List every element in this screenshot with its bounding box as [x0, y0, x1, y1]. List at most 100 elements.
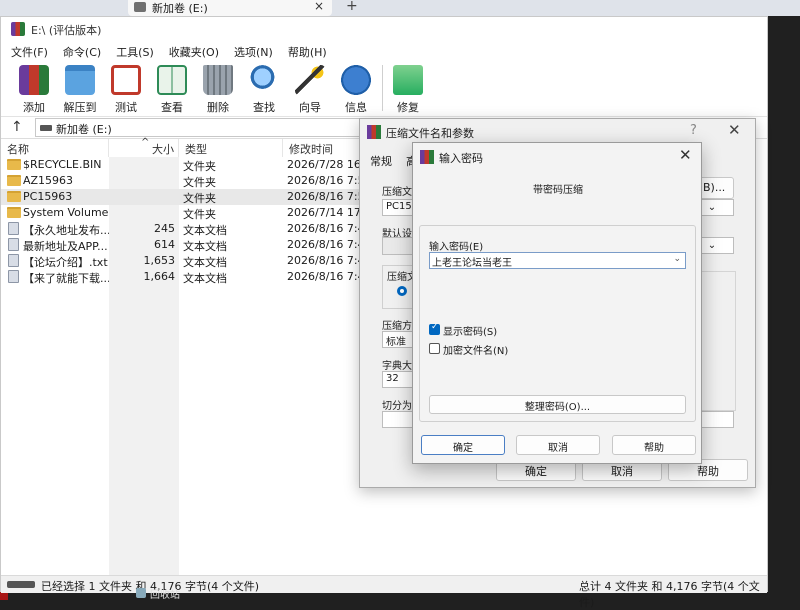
- format-rar-radio[interactable]: [397, 286, 407, 296]
- drive-icon: [134, 2, 146, 12]
- help-icon[interactable]: ?: [690, 123, 697, 138]
- repair-icon: [393, 65, 423, 95]
- toolbar-label: 删除: [207, 101, 229, 114]
- browser-tabstrip: [0, 0, 800, 16]
- browser-tab[interactable]: 新加卷 (E:) ×: [128, 0, 332, 16]
- file-type: 文件夹: [183, 208, 216, 221]
- file-size: 1,664: [143, 270, 176, 283]
- password-dialog: 输入密码 ✕ 带密码压缩 输入密码(E) 上老王论坛当老王 ⌄ 显示密码(S) …: [412, 142, 702, 464]
- find-magnifier-icon: [249, 65, 279, 95]
- column-header-type[interactable]: 类型: [179, 139, 283, 157]
- tab-general[interactable]: 常规: [370, 153, 392, 169]
- menu-file[interactable]: 文件(F): [1, 41, 53, 60]
- dialog-title: 压缩文件名和参数: [386, 127, 474, 140]
- recycle-bin-icon: [136, 588, 146, 598]
- file-size: [109, 157, 179, 173]
- file-size: 1,653: [143, 254, 176, 267]
- toolbar-label: 修复: [397, 101, 419, 114]
- toolbar-delete-button[interactable]: 删除: [195, 63, 241, 115]
- file-size: [109, 205, 179, 221]
- toolbar-label: 查看: [161, 101, 183, 114]
- status-bar: 已经选择 1 文件夹 和 4,176 字节(4 个文件) 总计 4 文件夹 和 …: [1, 575, 767, 609]
- text-file-icon: [8, 270, 19, 283]
- file-name: 【永久地址发布...: [1, 221, 109, 237]
- toolbar-label: 查找: [253, 101, 275, 114]
- toolbar-label: 解压到: [63, 101, 97, 114]
- cancel-button[interactable]: 取消: [516, 435, 600, 455]
- toolbar-separator: [382, 65, 383, 111]
- toolbar-add-button[interactable]: 添加: [11, 63, 57, 115]
- file-date: 2026/7/14 17:: [287, 206, 363, 219]
- ok-button[interactable]: 确定: [421, 435, 505, 455]
- toolbar-test-button[interactable]: 测试: [103, 63, 149, 115]
- close-icon[interactable]: ✕: [728, 121, 741, 139]
- column-header-name[interactable]: 名称: [1, 139, 109, 157]
- toolbar-info-button[interactable]: 信息: [333, 63, 379, 115]
- menu-help[interactable]: 帮助(H): [278, 41, 332, 60]
- extract-folder-icon: [65, 65, 95, 95]
- test-checklist-icon: [111, 65, 141, 95]
- window-title: E:\ (评估版本): [31, 24, 102, 37]
- file-name: $RECYCLE.BIN: [1, 157, 109, 173]
- toolbar-label: 信息: [345, 101, 367, 114]
- toolbar-extract-button[interactable]: 解压到: [57, 63, 103, 115]
- new-tab-button[interactable]: +: [346, 0, 358, 14]
- menu-command[interactable]: 命令(C): [53, 41, 106, 60]
- dialog-title: 输入密码: [439, 152, 483, 165]
- folder-icon: [7, 159, 21, 170]
- view-book-icon: [157, 65, 187, 95]
- up-arrow-icon[interactable]: ↑: [11, 119, 23, 135]
- organize-passwords-button[interactable]: 整理密码(O)...: [429, 395, 686, 414]
- toolbar-repair-button[interactable]: 修复: [385, 63, 431, 115]
- drive-status-icon: [7, 581, 35, 588]
- file-date: 2026/8/16 7:4: [287, 270, 363, 283]
- delete-bin-icon: [203, 65, 233, 95]
- info-icon: [341, 65, 371, 95]
- close-icon[interactable]: ✕: [679, 146, 692, 164]
- column-header-date[interactable]: 修改时间: [283, 139, 363, 157]
- file-name: AZ15963: [1, 173, 109, 189]
- show-password-label[interactable]: 显示密码(S): [443, 323, 497, 338]
- text-file-icon: [8, 222, 19, 235]
- title-bar: E:\ (评估版本): [1, 17, 767, 41]
- text-file-icon: [8, 238, 19, 251]
- menu-tools[interactable]: 工具(S): [106, 41, 159, 60]
- file-type: 文件夹: [183, 160, 216, 173]
- add-archive-icon: [19, 65, 49, 95]
- tab-title: 新加卷 (E:): [152, 2, 208, 15]
- toolbar-view-button[interactable]: 查看: [149, 63, 195, 115]
- dialog-subtitle: 带密码压缩: [533, 185, 583, 196]
- show-password-checkbox[interactable]: [429, 322, 440, 335]
- file-date: 2026/8/16 7:4: [287, 254, 363, 267]
- file-size: 614: [154, 238, 175, 251]
- folder-icon: [7, 207, 21, 218]
- file-size: [109, 173, 179, 189]
- file-name: 【论坛介绍】.txt: [1, 253, 109, 269]
- menu-favorites[interactable]: 收藏夹(O): [159, 41, 224, 60]
- toolbar-label: 测试: [115, 101, 137, 114]
- help-button[interactable]: 帮助: [612, 435, 696, 455]
- folder-icon: [7, 175, 21, 186]
- file-type: 文件夹: [179, 189, 283, 205]
- chevron-down-icon[interactable]: ⌄: [673, 254, 681, 264]
- password-input[interactable]: 上老王论坛当老王 ⌄: [429, 252, 686, 269]
- toolbar-label: 添加: [23, 101, 45, 114]
- column-header-size[interactable]: ^ 大小: [109, 137, 179, 157]
- file-date: 2026/8/16 7:5: [283, 189, 363, 205]
- text-file-icon: [8, 254, 19, 267]
- encrypt-filenames-label[interactable]: 加密文件名(N): [443, 342, 508, 357]
- file-date: 2026/8/16 7:4: [287, 222, 363, 235]
- tab-close-icon[interactable]: ×: [314, 0, 324, 13]
- file-name: System Volume...: [1, 205, 109, 221]
- password-label: 输入密码(E): [429, 242, 484, 253]
- encrypt-filenames-checkbox[interactable]: [429, 343, 440, 354]
- toolbar-find-button[interactable]: 查找: [241, 63, 287, 115]
- menu-options[interactable]: 选项(N): [224, 41, 278, 60]
- toolbar-label: 向导: [299, 101, 321, 114]
- recycle-bin-label[interactable]: 回收站: [150, 586, 180, 601]
- file-size: [109, 189, 179, 205]
- file-date: 2026/8/16 7:5: [287, 174, 363, 187]
- toolbar-wizard-button[interactable]: 向导: [287, 63, 333, 115]
- sort-arrow-icon: ^: [141, 137, 150, 148]
- file-type: 文件夹: [183, 176, 216, 189]
